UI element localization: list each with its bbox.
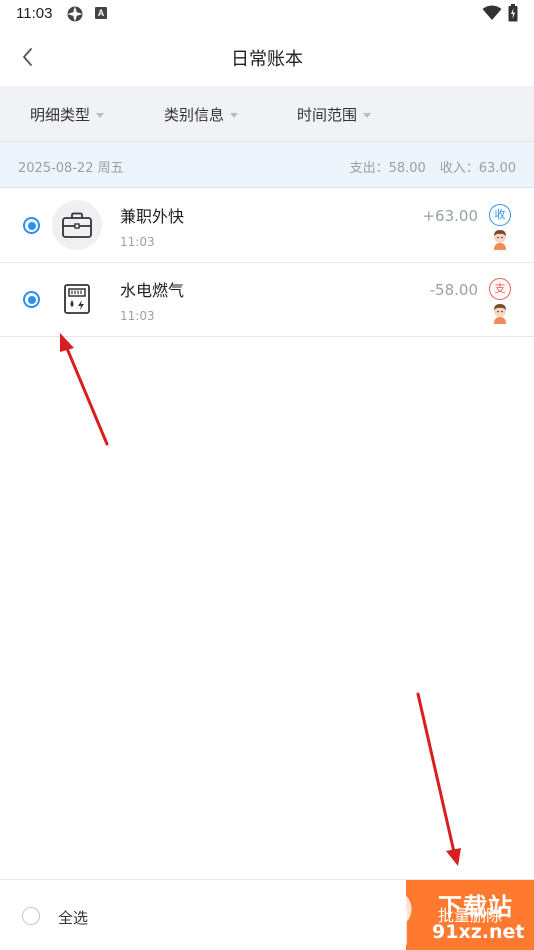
select-all-label[interactable]: 全选 [58,907,88,928]
utility-meter-icon [64,284,90,314]
bottom-action-bar: 全选 批量删除 [0,879,534,950]
record-amount: -58.00 [429,281,478,299]
filter-label: 明细类型 [30,106,91,124]
filter-category-info[interactable]: 类别信息 [164,104,239,125]
filter-time-range[interactable]: 时间范围 [297,104,372,125]
record-time: 11:03 [120,309,155,323]
income-badge: 收 [489,204,511,226]
record-amount: +63.00 [422,207,478,225]
filter-detail-type[interactable]: 明细类型 [30,104,105,125]
day-summary: 支出：58.00 收入：63.00 [350,157,516,176]
battery-icon [508,4,518,22]
header: 日常账本 [0,28,534,86]
status-bar: 11:03 A [0,0,534,28]
status-time: 11:03 [16,5,53,22]
caret-down-icon [230,112,239,118]
record-title: 兼职外快 [120,207,185,226]
avatar-icon [494,304,506,324]
filter-label: 时间范围 [297,106,358,124]
briefcase-icon [62,212,92,238]
avatar-icon [494,230,506,250]
caret-down-icon [363,112,372,118]
record-row[interactable]: 水电燃气 11:03 -58.00 支 [0,263,534,337]
record-row[interactable]: 兼职外快 11:03 +63.00 收 [0,189,534,263]
income-summary: 收入：63.00 [439,161,516,176]
select-all-radio[interactable] [22,907,40,925]
date-group-header: 2025-08-22 周五 支出：58.00 收入：63.00 [0,142,534,188]
arrow-annotation-bottom [416,692,461,866]
expense-badge: 支 [489,278,511,300]
gear-icon [67,6,83,22]
date-label: 2025-08-22 周五 [18,161,124,176]
record-time: 11:03 [120,235,155,249]
batch-delete-button[interactable]: 批量删除 [406,880,534,950]
page-title: 日常账本 [231,49,303,70]
wifi-icon [482,5,502,20]
expense-summary: 支出：58.00 [349,161,426,176]
arrow-annotation-top [60,333,109,446]
filter-label: 类别信息 [164,106,225,124]
a-icon: A [95,7,107,19]
category-icon-container [52,200,102,250]
caret-down-icon [96,112,105,118]
record-title: 水电燃气 [120,281,185,300]
filter-bar: 明细类型 类别信息 时间范围 [0,86,534,142]
record-select-radio[interactable] [23,217,40,234]
record-select-radio[interactable] [23,291,40,308]
category-icon-container [52,274,102,324]
